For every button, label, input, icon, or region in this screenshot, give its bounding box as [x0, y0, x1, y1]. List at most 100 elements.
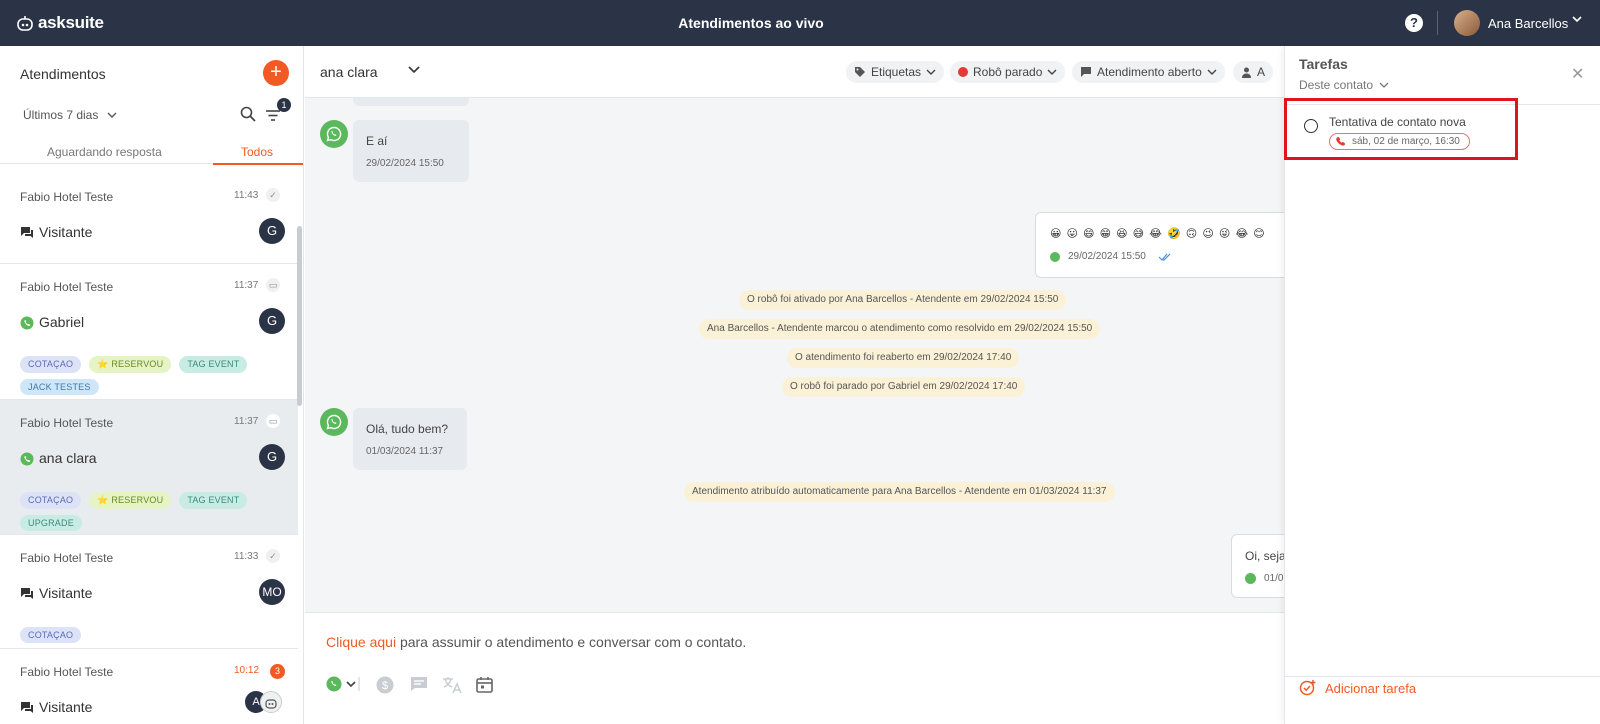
page-title: Atendimentos ao vivo — [678, 15, 824, 31]
message-text: E aí — [366, 134, 388, 148]
assume-conversation-prompt: Clique aqui para assumir o atendimento e… — [326, 634, 746, 650]
scrollbar[interactable] — [297, 226, 302, 406]
system-message: Atendimento atribuído automaticamente pa… — [684, 482, 1115, 502]
agent-avatar: G — [259, 308, 285, 334]
add-task-button[interactable]: Adicionar tarefa — [1299, 679, 1416, 697]
contact-name: ana clara — [39, 450, 97, 466]
tags-label: Etiquetas — [871, 65, 922, 79]
search-icon[interactable] — [240, 106, 256, 127]
tab-bar: Aguardando resposta Todos — [0, 142, 303, 164]
system-message: O robô foi parado por Gabriel em 29/02/2… — [782, 377, 1026, 397]
whatsapp-icon — [320, 408, 348, 436]
whatsapp-icon — [1050, 252, 1060, 262]
period-select[interactable]: Últimos 7 dias — [23, 108, 117, 122]
add-conversation-button[interactable]: + — [263, 60, 289, 86]
chevron-down-icon — [1207, 69, 1217, 75]
task-item[interactable]: Tentativa de contato nova sáb, 02 de mar… — [1284, 98, 1518, 160]
unread-count-badge: 3 — [270, 664, 285, 679]
hotel-name: Fabio Hotel Teste — [20, 416, 114, 430]
close-icon[interactable]: ✕ — [1571, 64, 1584, 84]
add-task-label: Adicionar tarefa — [1325, 680, 1417, 696]
contact-name: Visitante — [39, 224, 93, 240]
tasks-filter-label: Deste contato — [1299, 78, 1374, 92]
robot-stopped-indicator — [958, 67, 968, 77]
chevron-down-icon[interactable] — [408, 64, 420, 78]
resolved-check-icon: ✓ — [266, 188, 280, 202]
bot-avatar-icon — [260, 691, 282, 713]
conversation-time: 10:12 — [234, 665, 260, 676]
help-icon[interactable]: ? — [1405, 14, 1423, 32]
filter-icon[interactable] — [265, 108, 281, 127]
task-due-text: sáb, 02 de março, 16:30 — [1352, 136, 1460, 147]
message-time: 29/02/2024 15:50 — [366, 158, 444, 169]
whatsapp-icon — [320, 120, 348, 148]
conversation-item[interactable]: Fabio Hotel Teste 11:33 ✓ Visitante MO C… — [0, 535, 298, 649]
hotel-name: Fabio Hotel Teste — [20, 551, 114, 565]
chat-panel: ana clara Etiquetas Robô parado Atendime… — [305, 46, 1285, 724]
conversation-item[interactable]: Fabio Hotel Teste 10:12 3 Visitante A — [0, 649, 298, 724]
translate-icon[interactable] — [442, 676, 462, 699]
chevron-down-icon — [107, 112, 117, 118]
period-label: Últimos 7 dias — [23, 108, 99, 122]
message-time: 01/03/2024 11:37 — [366, 446, 444, 457]
hotel-name: Fabio Hotel Teste — [20, 280, 114, 294]
tag-badge: COTAÇAO — [20, 627, 82, 643]
contact-name: Visitante — [39, 585, 93, 601]
chevron-down-icon — [926, 69, 936, 75]
top-bar: asksuite Atendimentos ao vivo ? Ana Barc… — [0, 0, 1600, 46]
contact-name: Visitante — [39, 699, 93, 715]
tasks-filter-select[interactable]: Deste contato — [1299, 78, 1389, 92]
person-icon — [1242, 67, 1251, 78]
chat-channel-icon — [20, 226, 34, 244]
tag-list: COTAÇAO — [20, 627, 270, 643]
user-name[interactable]: Ana Barcellos — [1488, 16, 1568, 31]
filter-count-badge: 1 — [277, 98, 291, 112]
contact-select[interactable]: ana clara — [320, 64, 378, 80]
chat-channel-icon — [20, 701, 34, 719]
contact-name: Gabriel — [39, 314, 85, 330]
calendar-icon[interactable] — [476, 676, 493, 698]
conversation-time: 11:37 — [234, 416, 259, 427]
task-complete-checkbox[interactable] — [1304, 119, 1318, 133]
conversation-status-dropdown[interactable]: Atendimento aberto — [1072, 61, 1225, 83]
payment-icon[interactable]: $ — [376, 676, 394, 699]
message-text: Oi, seja — [1245, 549, 1285, 563]
tag-badge: JACK TESTES — [20, 379, 99, 395]
message-icon: ▭ — [266, 414, 280, 428]
tab-all[interactable]: Todos — [241, 145, 273, 159]
robot-status-dropdown[interactable]: Robô parado — [950, 61, 1066, 83]
chevron-down-icon[interactable] — [1572, 14, 1582, 27]
tag-icon — [855, 67, 865, 77]
conversation-item[interactable]: Fabio Hotel Teste 11:37 ▭ Gabriel G COTA… — [0, 264, 298, 400]
tab-awaiting-response[interactable]: Aguardando resposta — [47, 145, 162, 159]
chevron-down-icon — [1047, 69, 1057, 75]
hotel-name: Fabio Hotel Teste — [20, 665, 114, 679]
conversation-status-label: Atendimento aberto — [1097, 65, 1202, 79]
conversation-list-panel: Atendimentos + Últimos 7 dias 1 Aguardan… — [0, 46, 304, 724]
message-emojis: 😀 😛 😄 😁 😆 😅 😂 🤣 🙃 😉 😜 😂 😊 — [1050, 228, 1266, 240]
user-avatar[interactable] — [1454, 10, 1480, 36]
agent-dropdown[interactable]: A — [1233, 61, 1274, 83]
chat-channel-icon — [20, 587, 34, 605]
quick-reply-icon[interactable] — [410, 676, 428, 697]
tag-list: COTAÇAO ⭐ RESERVOU TAG EVENT JACK TESTES — [20, 356, 270, 395]
divider — [1285, 676, 1600, 677]
tags-dropdown[interactable]: Etiquetas — [846, 61, 945, 83]
overdue-phone-icon — [1336, 136, 1347, 152]
conversation-item[interactable]: Fabio Hotel Teste 11:43 ✓ Visitante G — [0, 174, 298, 264]
svg-text:$: $ — [382, 680, 388, 692]
message-bubble-incoming: Olá, tudo bem? 01/03/2024 11:37 — [353, 408, 467, 470]
message-icon — [1081, 67, 1091, 77]
task-due-date: sáb, 02 de março, 16:30 — [1329, 133, 1470, 150]
agent-avatar: G — [259, 444, 285, 470]
conversation-item-active[interactable]: Fabio Hotel Teste 11:37 ▭ ana clara G CO… — [0, 400, 298, 535]
add-task-icon — [1299, 680, 1316, 696]
assume-link[interactable]: Clique aqui — [326, 634, 396, 650]
conversation-time: 11:43 — [234, 190, 259, 201]
active-tab-indicator — [213, 163, 303, 165]
resolved-check-icon: ✓ — [266, 549, 280, 563]
tag-badge: TAG EVENT — [179, 356, 248, 373]
message-time: 01/0 — [1264, 573, 1284, 584]
agent-avatar: MO — [259, 579, 285, 605]
channel-select[interactable] — [326, 676, 360, 697]
